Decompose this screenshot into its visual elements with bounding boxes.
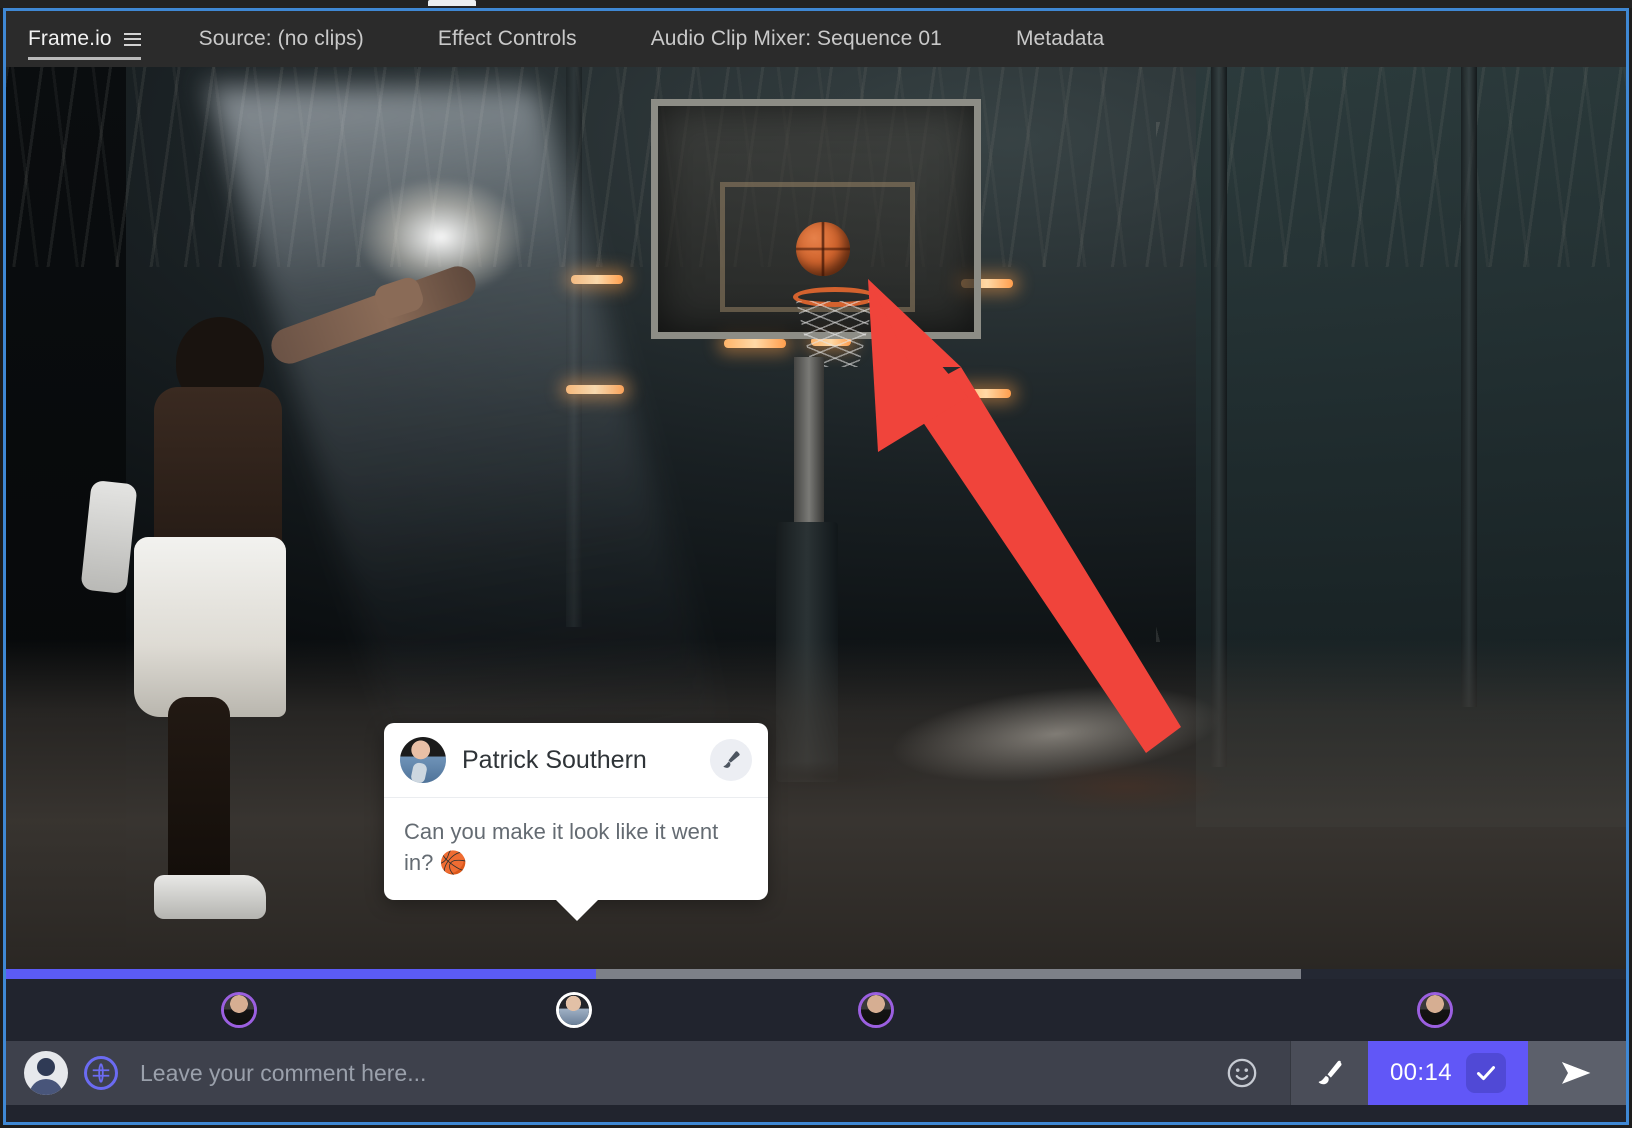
video-player-stage[interactable]: Patrick Southern Can you make it look li…: [6, 67, 1626, 969]
comment-marker-4[interactable]: [1417, 992, 1453, 1028]
detached-tab-fragment[interactable]: [428, 0, 476, 6]
tab-source[interactable]: Source: (no clips): [199, 11, 364, 67]
avatar: [224, 995, 254, 1025]
active-tab-underline: [28, 57, 141, 60]
brush-tool-button[interactable]: [1289, 1041, 1368, 1105]
globe-icon-glyph: [92, 1063, 110, 1083]
comment-popup-header: Patrick Southern: [384, 723, 768, 798]
tab-effect-controls-label: Effect Controls: [437, 27, 577, 50]
comment-author-name: Patrick Southern: [462, 745, 647, 774]
emoji-smiley-icon[interactable]: [1194, 1041, 1290, 1105]
comment-marker-1[interactable]: [221, 992, 257, 1028]
globe-icon[interactable]: [84, 1056, 118, 1090]
focused-panel: Frame.io Source: (no clips) Effect Contr…: [3, 8, 1629, 1125]
comment-popup-pointer: [555, 899, 599, 922]
tab-audio-clip-mixer-label: Audio Clip Mixer: Sequence 01: [650, 27, 942, 50]
comment-composer-bar: 00:14: [6, 1041, 1626, 1105]
send-comment-button[interactable]: [1528, 1041, 1626, 1105]
tab-metadata[interactable]: Metadata: [1016, 11, 1104, 67]
tab-metadata-label: Metadata: [1015, 27, 1105, 50]
panel-bottom-strip: [6, 1105, 1626, 1122]
current-user-avatar: [24, 1051, 68, 1095]
panel-tab-bar: Frame.io Source: (no clips) Effect Contr…: [6, 11, 1626, 67]
comment-marker-3[interactable]: [858, 992, 894, 1028]
timestamp-label: 00:14: [1389, 1059, 1452, 1086]
tab-source-label: Source: (no clips): [198, 27, 364, 50]
scrubber-played-portion[interactable]: [6, 969, 596, 979]
comment-markers-row: [6, 979, 1626, 1041]
frameio-panel-root: Frame.io Source: (no clips) Effect Contr…: [0, 0, 1632, 1128]
comment-marker-2[interactable]: [556, 992, 592, 1028]
checkmark-icon[interactable]: [1466, 1053, 1506, 1093]
brush-icon-glyph: [723, 751, 740, 768]
timestamp-toggle-button[interactable]: 00:14: [1367, 1041, 1528, 1105]
avatar: [559, 995, 589, 1025]
hamburger-menu-icon[interactable]: [123, 32, 141, 46]
tab-effect-controls[interactable]: Effect Controls: [438, 11, 577, 67]
tab-audio-clip-mixer[interactable]: Audio Clip Mixer: Sequence 01: [651, 11, 942, 67]
avatar: [1420, 995, 1450, 1025]
avatar: [861, 995, 891, 1025]
comment-input[interactable]: [140, 1059, 1194, 1087]
video-frame-image: [6, 67, 1626, 969]
send-paper-plane-icon: [1562, 1062, 1591, 1084]
comment-popup[interactable]: Patrick Southern Can you make it look li…: [384, 723, 768, 922]
avatar: [400, 737, 446, 783]
comment-body-text: Can you make it look like it went in? 🏀: [404, 819, 719, 876]
tab-frameio[interactable]: Frame.io: [28, 11, 141, 67]
emoji-smiley-icon-glyph: [1227, 1058, 1257, 1088]
window-top-strip: [0, 0, 1632, 8]
tab-frameio-label: Frame.io: [28, 27, 112, 50]
brush-icon: [1319, 1060, 1342, 1085]
checkmark-icon-glyph: [1477, 1066, 1495, 1081]
video-scrubber[interactable]: [6, 969, 1626, 979]
brush-icon[interactable]: [710, 739, 752, 781]
